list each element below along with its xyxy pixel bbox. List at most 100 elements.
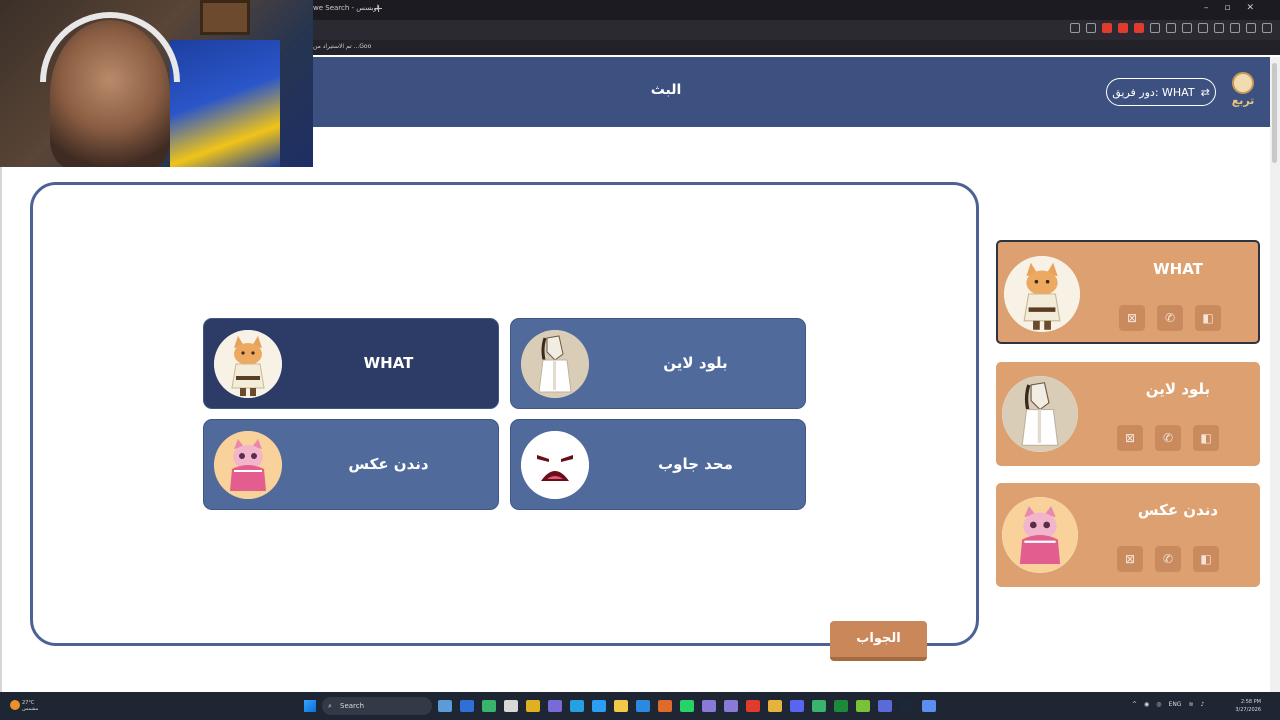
- app-icon[interactable]: [526, 700, 540, 712]
- app-icon[interactable]: [856, 700, 870, 712]
- team-name: WHAT: [1153, 260, 1203, 278]
- horse-icon: [521, 330, 589, 398]
- weather-icon[interactable]: [10, 700, 20, 710]
- team-card-dandan-aks[interactable]: دندن عكس ⊠ ✆ ◧: [996, 483, 1260, 587]
- extension-icon[interactable]: [1198, 23, 1208, 33]
- team-card-what[interactable]: WHAT ⊠ ✆ ◧: [996, 240, 1260, 344]
- app-icon[interactable]: [548, 700, 562, 712]
- option-card-no-answer[interactable]: محد جاوب: [510, 419, 806, 510]
- language-indicator[interactable]: ENG: [1169, 701, 1182, 708]
- steam-icon[interactable]: [900, 700, 914, 712]
- file-explorer-icon[interactable]: [438, 700, 452, 712]
- weather-widget[interactable]: 27°C مشمس: [22, 700, 38, 712]
- webcam-wall-frame: [200, 0, 250, 35]
- phone-icon[interactable]: ✆: [1155, 425, 1181, 451]
- bookmark-icon[interactable]: [1246, 23, 1256, 33]
- team-card-blood-line[interactable]: بلود لاين ⊠ ✆ ◧: [996, 362, 1260, 466]
- app-icon[interactable]: [504, 700, 518, 712]
- weather-condition: مشمس: [22, 706, 39, 712]
- page-edge: [0, 167, 2, 692]
- split-icon[interactable]: ◧: [1193, 425, 1219, 451]
- camera-off-icon[interactable]: ⊠: [1117, 425, 1143, 451]
- taskbar-apps: [438, 700, 936, 712]
- start-button-icon[interactable]: [304, 700, 316, 712]
- brave-icon[interactable]: [746, 700, 760, 712]
- toolbar-extension-icons: [1070, 23, 1272, 33]
- system-tray: ^ ◉ ◎ ENG ≋ ♪: [1132, 701, 1204, 708]
- horse-icon: [1002, 376, 1078, 452]
- window-controls: – ▫ ✕: [1204, 3, 1254, 13]
- pink-cat-icon: [214, 431, 282, 499]
- camera-off-icon[interactable]: ⊠: [1119, 305, 1145, 331]
- whatsapp-icon[interactable]: [680, 700, 694, 712]
- app-icon[interactable]: [570, 700, 584, 712]
- option-card-what[interactable]: WHAT: [203, 318, 499, 409]
- split-icon[interactable]: ◧: [1195, 305, 1221, 331]
- shield-extension-icon[interactable]: [1102, 23, 1112, 33]
- scrollbar-thumb[interactable]: [1272, 63, 1277, 163]
- app-icon[interactable]: [812, 700, 826, 712]
- app-icon[interactable]: [922, 700, 936, 712]
- clock-date: 3/27/2026: [1235, 707, 1261, 713]
- chrome-icon[interactable]: [768, 700, 782, 712]
- logo-emblem-icon: [1232, 72, 1254, 94]
- extension-icon[interactable]: [1070, 23, 1080, 33]
- sad-face-icon: [521, 431, 589, 499]
- excel-icon[interactable]: [834, 700, 848, 712]
- app-icon[interactable]: [724, 700, 738, 712]
- app-icon[interactable]: [878, 700, 892, 712]
- pink-cat-icon: [1002, 497, 1078, 573]
- page-title: البث: [650, 82, 682, 98]
- extension-icon[interactable]: [1134, 23, 1144, 33]
- option-label: WHAT: [363, 354, 414, 372]
- zoom-icon[interactable]: [1166, 23, 1176, 33]
- app-icon[interactable]: [482, 700, 496, 712]
- app-icon[interactable]: [658, 700, 672, 712]
- minimize-button[interactable]: –: [1204, 3, 1209, 13]
- option-card-blood-line[interactable]: بلود لاين: [510, 318, 806, 409]
- answer-options-panel: [30, 182, 979, 646]
- brand-logo[interactable]: تربع: [1228, 72, 1258, 112]
- maximize-button[interactable]: ▫: [1224, 3, 1230, 13]
- tray-chevron-icon[interactable]: ^: [1132, 701, 1137, 708]
- wifi-icon[interactable]: ≋: [1188, 701, 1193, 708]
- extension-icon[interactable]: [1182, 23, 1192, 33]
- app-icon[interactable]: [460, 700, 474, 712]
- new-tab-button[interactable]: +: [374, 2, 383, 15]
- team-turn-label: دور فريق: WHAT: [1112, 85, 1195, 99]
- cat-warrior-icon: [1004, 256, 1080, 332]
- team-lifelines: ⊠ ✆ ◧: [1119, 305, 1221, 331]
- taskbar-clock[interactable]: 2:58 PM 3/27/2026: [1225, 698, 1261, 714]
- clock-time: 2:58 PM: [1240, 699, 1261, 705]
- edge-icon[interactable]: [636, 700, 650, 712]
- team-lifelines: ⊠ ✆ ◧: [1117, 425, 1219, 451]
- extension-icon[interactable]: [1150, 23, 1160, 33]
- tray-app-icon[interactable]: ◉: [1144, 701, 1149, 708]
- telegram-icon[interactable]: [592, 700, 606, 712]
- volume-icon[interactable]: ♪: [1201, 701, 1205, 708]
- extension-icon[interactable]: [1118, 23, 1128, 33]
- answer-button[interactable]: الجواب: [830, 621, 927, 661]
- team-turn-button[interactable]: دور فريق: WHAT ⇄: [1106, 78, 1216, 106]
- webcam-overlay: [0, 0, 313, 167]
- page-scrollbar[interactable]: [1270, 57, 1280, 692]
- sidebar-icon[interactable]: [1214, 23, 1224, 33]
- team-lifelines: ⊠ ✆ ◧: [1117, 546, 1219, 572]
- app-icon[interactable]: [702, 700, 716, 712]
- close-window-button[interactable]: ✕: [1246, 3, 1254, 13]
- phone-icon[interactable]: ✆: [1157, 305, 1183, 331]
- split-icon[interactable]: ◧: [1193, 546, 1219, 572]
- menu-icon[interactable]: [1262, 23, 1272, 33]
- phone-icon[interactable]: ✆: [1155, 546, 1181, 572]
- discord-icon[interactable]: [790, 700, 804, 712]
- browser-tab-title[interactable]: we Search - اوبسس: [313, 4, 379, 12]
- extension-icon[interactable]: [1230, 23, 1240, 33]
- team-name: بلود لاين: [1145, 380, 1211, 398]
- taskbar-search[interactable]: Search: [322, 697, 432, 715]
- extension-icon[interactable]: [1086, 23, 1096, 33]
- option-card-dandan-aks[interactable]: دندن عكس: [203, 419, 499, 510]
- tray-app-icon[interactable]: ◎: [1156, 701, 1161, 708]
- cat-warrior-icon: [214, 330, 282, 398]
- camera-off-icon[interactable]: ⊠: [1117, 546, 1143, 572]
- folder-icon[interactable]: [614, 700, 628, 712]
